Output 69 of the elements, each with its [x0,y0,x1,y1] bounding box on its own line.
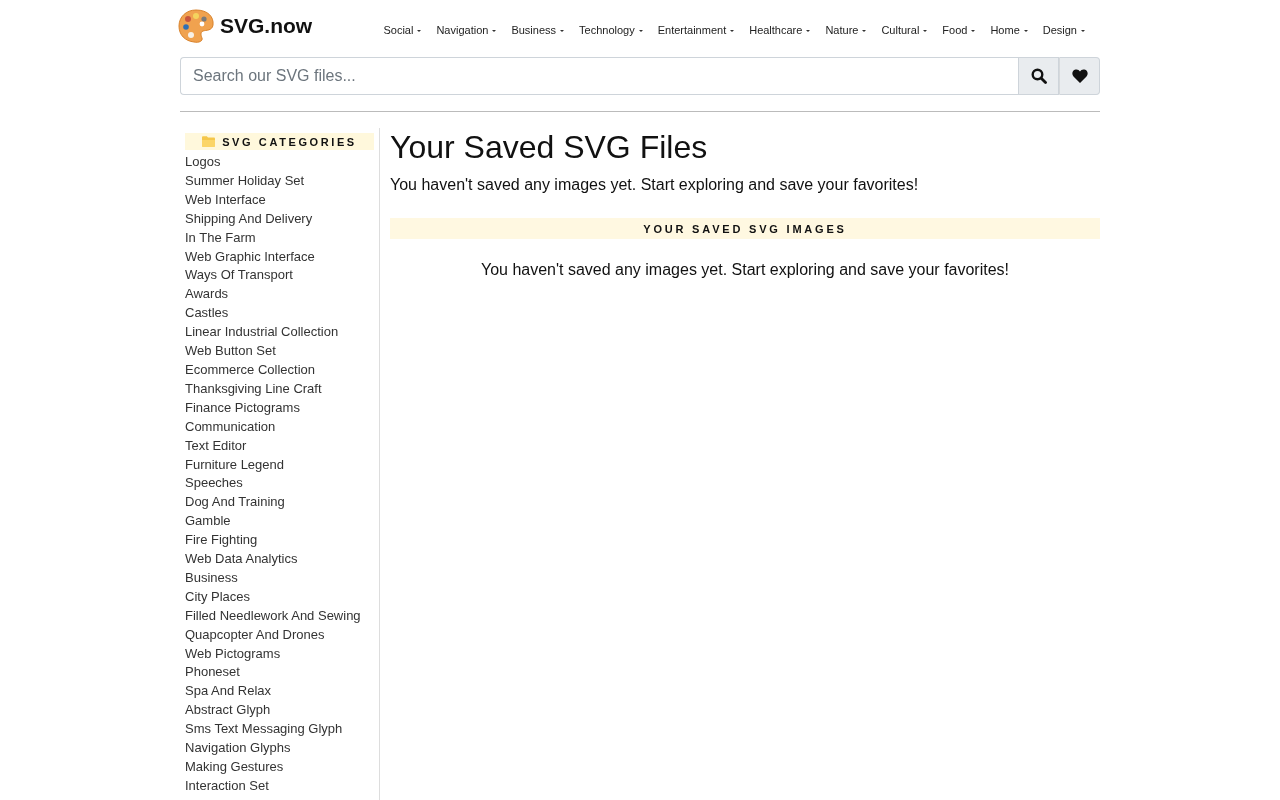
category-link[interactable]: Quapcopter And Drones [185,625,374,645]
category-link[interactable]: Communication [185,417,374,437]
caret-icon [806,29,811,32]
empty-message: You haven't saved any images yet. Start exploring and save your favorites! [479,260,1011,280]
page-title: Your Saved SVG Files [390,128,709,166]
category-link[interactable]: Shipping And Delivery [185,209,374,229]
category-link[interactable]: Making Gestures [185,758,374,777]
category-link[interactable]: Abstract Glyph [185,701,374,721]
category-link[interactable]: Finance Pictograms [185,398,374,418]
category-link[interactable]: Web Data Analytics [185,550,374,569]
caret-icon [492,29,497,32]
category-link[interactable]: Phoneset [185,663,374,683]
caret-icon [923,29,928,32]
caret-icon [1023,29,1028,32]
caret-icon [638,29,643,32]
caret-icon [971,29,976,32]
category-link[interactable]: Web Interface [185,190,374,210]
category-link[interactable]: Filled Needlework And Sewing [185,606,374,626]
nav-dropdown[interactable]: Food [934,24,983,36]
favorites-button[interactable] [1059,57,1100,95]
nav-dropdown[interactable]: Technology [571,24,650,36]
nav-dropdown[interactable]: Healthcare [741,24,818,36]
section-title: YOUR SAVED SVG IMAGES [643,222,847,235]
empty-message: You haven't saved any images yet. Start exploring and save your favorites! [390,175,920,195]
category-link[interactable]: Speeches [185,474,374,494]
folder-icon [202,136,216,147]
category-link[interactable]: Thanksgiving Line Craft [185,379,374,399]
nav-dropdown[interactable]: Home [982,24,1035,36]
category-link[interactable]: Ways Of Transport [185,266,374,286]
category-link[interactable]: Business [185,568,374,588]
category-link[interactable]: Web Pictograms [185,644,374,664]
category-link[interactable]: Logos [185,153,374,172]
category-link[interactable]: In The Farm [185,228,374,248]
nav-dropdown[interactable]: Design [1034,24,1092,36]
category-link[interactable]: Ecommerce Collection [185,360,374,380]
caret-icon [560,29,565,32]
category-link[interactable]: Dog And Training [185,493,374,513]
heart-icon [1071,68,1088,84]
category-link[interactable]: Sms Text Messaging Glyph [185,720,374,740]
caret-icon [417,29,422,32]
nav-dropdown[interactable]: Nature [817,24,874,36]
category-link[interactable]: Navigation Glyphs [185,739,374,758]
nav-dropdown[interactable]: Cultural [873,24,935,36]
category-link[interactable]: Fire Fighting [185,531,374,551]
category-link[interactable]: Summer Holiday Set [185,171,374,191]
nav-dropdown[interactable]: Social [375,24,429,36]
search-field[interactable]: Search our SVG files... [180,57,1018,95]
category-link[interactable]: Castles [185,304,374,324]
nav-dropdown[interactable]: Business [503,24,572,36]
category-link[interactable]: Spa And Relax [185,682,374,702]
nav-dropdown[interactable]: Entertainment [649,24,742,36]
category-link[interactable]: Gamble [185,512,374,532]
category-link[interactable]: Interaction Set [185,776,374,796]
category-link[interactable]: Linear Industrial Collection [185,323,374,343]
caret-icon [1081,29,1085,32]
caret-icon [862,29,867,32]
category-link[interactable]: Awards [185,285,374,305]
category-link[interactable]: Text Editor [185,436,374,456]
caret-icon [730,29,735,32]
category-link[interactable]: Web Graphic Interface [185,247,374,267]
category-link[interactable]: City Places [185,587,374,607]
category-link[interactable]: Furniture Legend [185,455,374,475]
nav-dropdown[interactable]: Navigation [428,24,504,36]
palette-icon [178,9,214,43]
site-logo-text[interactable]: SVG.now [220,14,313,38]
sidebar-title: SVG CATEGORIES [222,135,357,148]
category-link[interactable]: Web Button Set [185,342,374,361]
search-button[interactable] [1018,57,1059,95]
search-icon [1030,68,1047,84]
